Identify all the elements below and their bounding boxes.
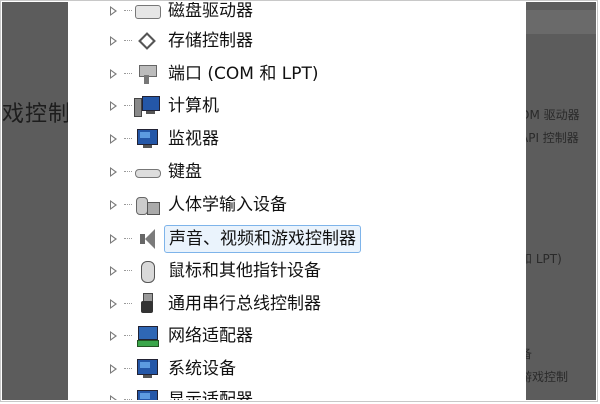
tree-item-hid[interactable]: 人体学输入设备 [108, 192, 287, 218]
tree-item-label: 计算机 [168, 96, 219, 116]
tree-item-label: 存储控制器 [168, 31, 253, 51]
tree-item-mice[interactable]: 鼠标和其他指针设备 [108, 258, 321, 284]
background-right-text-4: 备 [526, 347, 533, 361]
tree-item-ports[interactable]: 端口 (COM 和 LPT) [108, 61, 319, 87]
expand-arrow-icon[interactable] [108, 299, 118, 309]
expand-arrow-icon[interactable] [108, 69, 118, 79]
tree-item-disk-drives[interactable]: 磁盘驱动器 [108, 2, 253, 24]
expand-arrow-icon[interactable] [108, 234, 118, 244]
background-left-text: 戏控制 [2, 102, 68, 127]
monitor-icon [134, 128, 160, 150]
expand-arrow-icon[interactable] [108, 167, 118, 177]
background-right-text-1: OM 驱动器 [526, 108, 580, 122]
network-adapter-icon [134, 325, 160, 347]
tree-item-label: 网络适配器 [168, 326, 253, 346]
device-manager-tree: 磁盘驱动器 存储控制器 端口 (COM 和 LPT) 计算机 监视器 键盘 人体… [68, 2, 526, 400]
tree-item-network-adapters[interactable]: 网络适配器 [108, 323, 253, 349]
expand-arrow-icon[interactable] [108, 364, 118, 374]
background-right-text-3: 和 LPT) [526, 252, 562, 266]
background-right-text-2: API 控制器 [526, 131, 579, 145]
tree-item-label: 通用串行总线控制器 [168, 294, 321, 314]
usb-icon [134, 293, 160, 315]
keyboard-icon [134, 161, 161, 183]
expand-arrow-icon[interactable] [108, 6, 118, 16]
background-band [526, 10, 596, 34]
expand-arrow-icon[interactable] [108, 266, 118, 276]
tree-item-label: 键盘 [168, 162, 202, 182]
disk-drive-icon [134, 2, 161, 22]
tree-item-computer[interactable]: 计算机 [108, 93, 219, 119]
port-icon [134, 63, 160, 85]
background-right-text-5: 游戏控制 [526, 370, 569, 384]
mouse-icon [134, 260, 160, 283]
expand-arrow-icon[interactable] [108, 134, 118, 144]
tree-item-display-adapters[interactable]: 显示适配器 [108, 387, 253, 400]
background-window-right: OM 驱动器 API 控制器 和 LPT) 备 游戏控制 [526, 2, 596, 400]
tree-item-label: 显示适配器 [168, 390, 253, 400]
storage-controller-icon [134, 30, 160, 52]
tree-item-label: 监视器 [168, 129, 219, 149]
tree-item-usb-controllers[interactable]: 通用串行总线控制器 [108, 291, 321, 317]
expand-arrow-icon[interactable] [108, 36, 118, 46]
tree-item-label: 人体学输入设备 [168, 195, 287, 215]
computer-icon [134, 95, 160, 117]
system-device-icon [134, 358, 160, 380]
background-window-left: 戏控制 [2, 2, 68, 400]
tree-item-storage-controllers[interactable]: 存储控制器 [108, 28, 253, 54]
tree-item-label: 系统设备 [168, 359, 236, 379]
expand-arrow-icon[interactable] [108, 200, 118, 210]
tree-item-monitors[interactable]: 监视器 [108, 126, 219, 152]
tree-item-keyboards[interactable]: 键盘 [108, 159, 202, 185]
display-adapter-icon [134, 389, 160, 400]
tree-item-label-selected: 声音、视频和游戏控制器 [164, 225, 361, 253]
tree-item-sound-video-game[interactable]: 声音、视频和游戏控制器 [108, 225, 361, 253]
tree-item-label: 端口 (COM 和 LPT) [168, 64, 319, 84]
expand-arrow-icon[interactable] [108, 331, 118, 341]
hid-icon [134, 194, 160, 216]
tree-item-label: 鼠标和其他指针设备 [168, 261, 321, 281]
expand-arrow-icon[interactable] [108, 101, 118, 111]
tree-item-label: 磁盘驱动器 [168, 2, 253, 21]
tree-item-system-devices[interactable]: 系统设备 [108, 356, 236, 382]
expand-arrow-icon[interactable] [108, 395, 118, 400]
speaker-icon [134, 228, 160, 250]
